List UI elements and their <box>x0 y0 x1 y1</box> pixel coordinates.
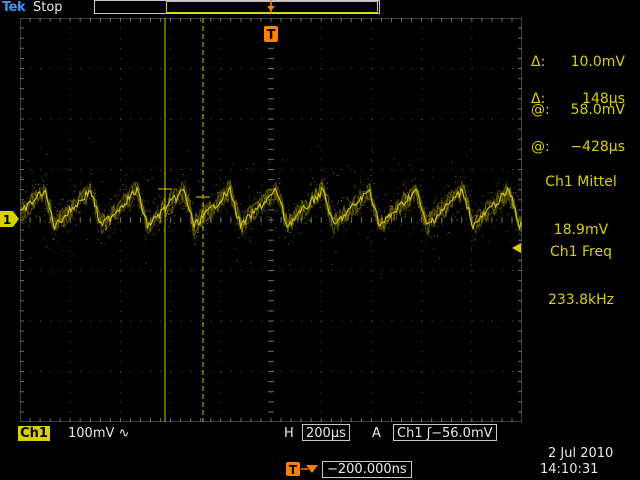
delta-t-label: Δ: <box>531 91 546 107</box>
measurement-frequency: Ch1 Freq 233.8kHz <box>522 212 640 324</box>
channel-1-marker-label: 1 <box>3 213 11 227</box>
trigger-delay-icon: T <box>286 462 318 477</box>
acquisition-status: Stop <box>33 0 63 15</box>
delta-t-value: 148µs <box>582 91 625 107</box>
bandwidth-limit-icon: ∿ <box>118 426 130 441</box>
brand-logo: Tek <box>2 0 26 16</box>
horizontal-label: H <box>284 426 294 441</box>
channel-1-scale-value: 100mV <box>68 426 115 441</box>
trigger-delay-value[interactable]: −200.000ns <box>322 461 412 478</box>
delay-t-label: T <box>289 463 298 477</box>
trigger-source: Ch1 <box>397 426 423 441</box>
channel-1-ground-marker[interactable]: 1 <box>0 211 20 227</box>
measurement-frequency-label: Ch1 Freq <box>550 244 612 260</box>
trigger-position-icon <box>267 0 275 14</box>
measurement-frequency-value: 233.8kHz <box>547 292 615 308</box>
trigger-level-marker[interactable] <box>510 242 522 254</box>
date-readout: 2 Jul 2010 <box>548 446 614 461</box>
horizontal-scale-value[interactable]: 200µs <box>302 424 350 441</box>
channel-1-scale: 100mV ∿ <box>68 426 129 441</box>
trigger-level: −56.0mV <box>431 426 493 441</box>
trigger-readout[interactable]: Ch1 ʃ−56.0mV <box>393 424 497 441</box>
time-readout: 14:10:31 <box>540 462 599 477</box>
trigger-position-marker[interactable]: T <box>264 26 278 42</box>
trigger-label: A <box>372 426 381 441</box>
measurement-mean-label: Ch1 Mittel <box>545 174 617 190</box>
channel-1-badge[interactable]: Ch1 <box>18 426 50 441</box>
trigger-marker-label: T <box>267 28 276 42</box>
tek-logo: Tek <box>2 0 26 15</box>
waveform-display[interactable] <box>20 18 522 422</box>
